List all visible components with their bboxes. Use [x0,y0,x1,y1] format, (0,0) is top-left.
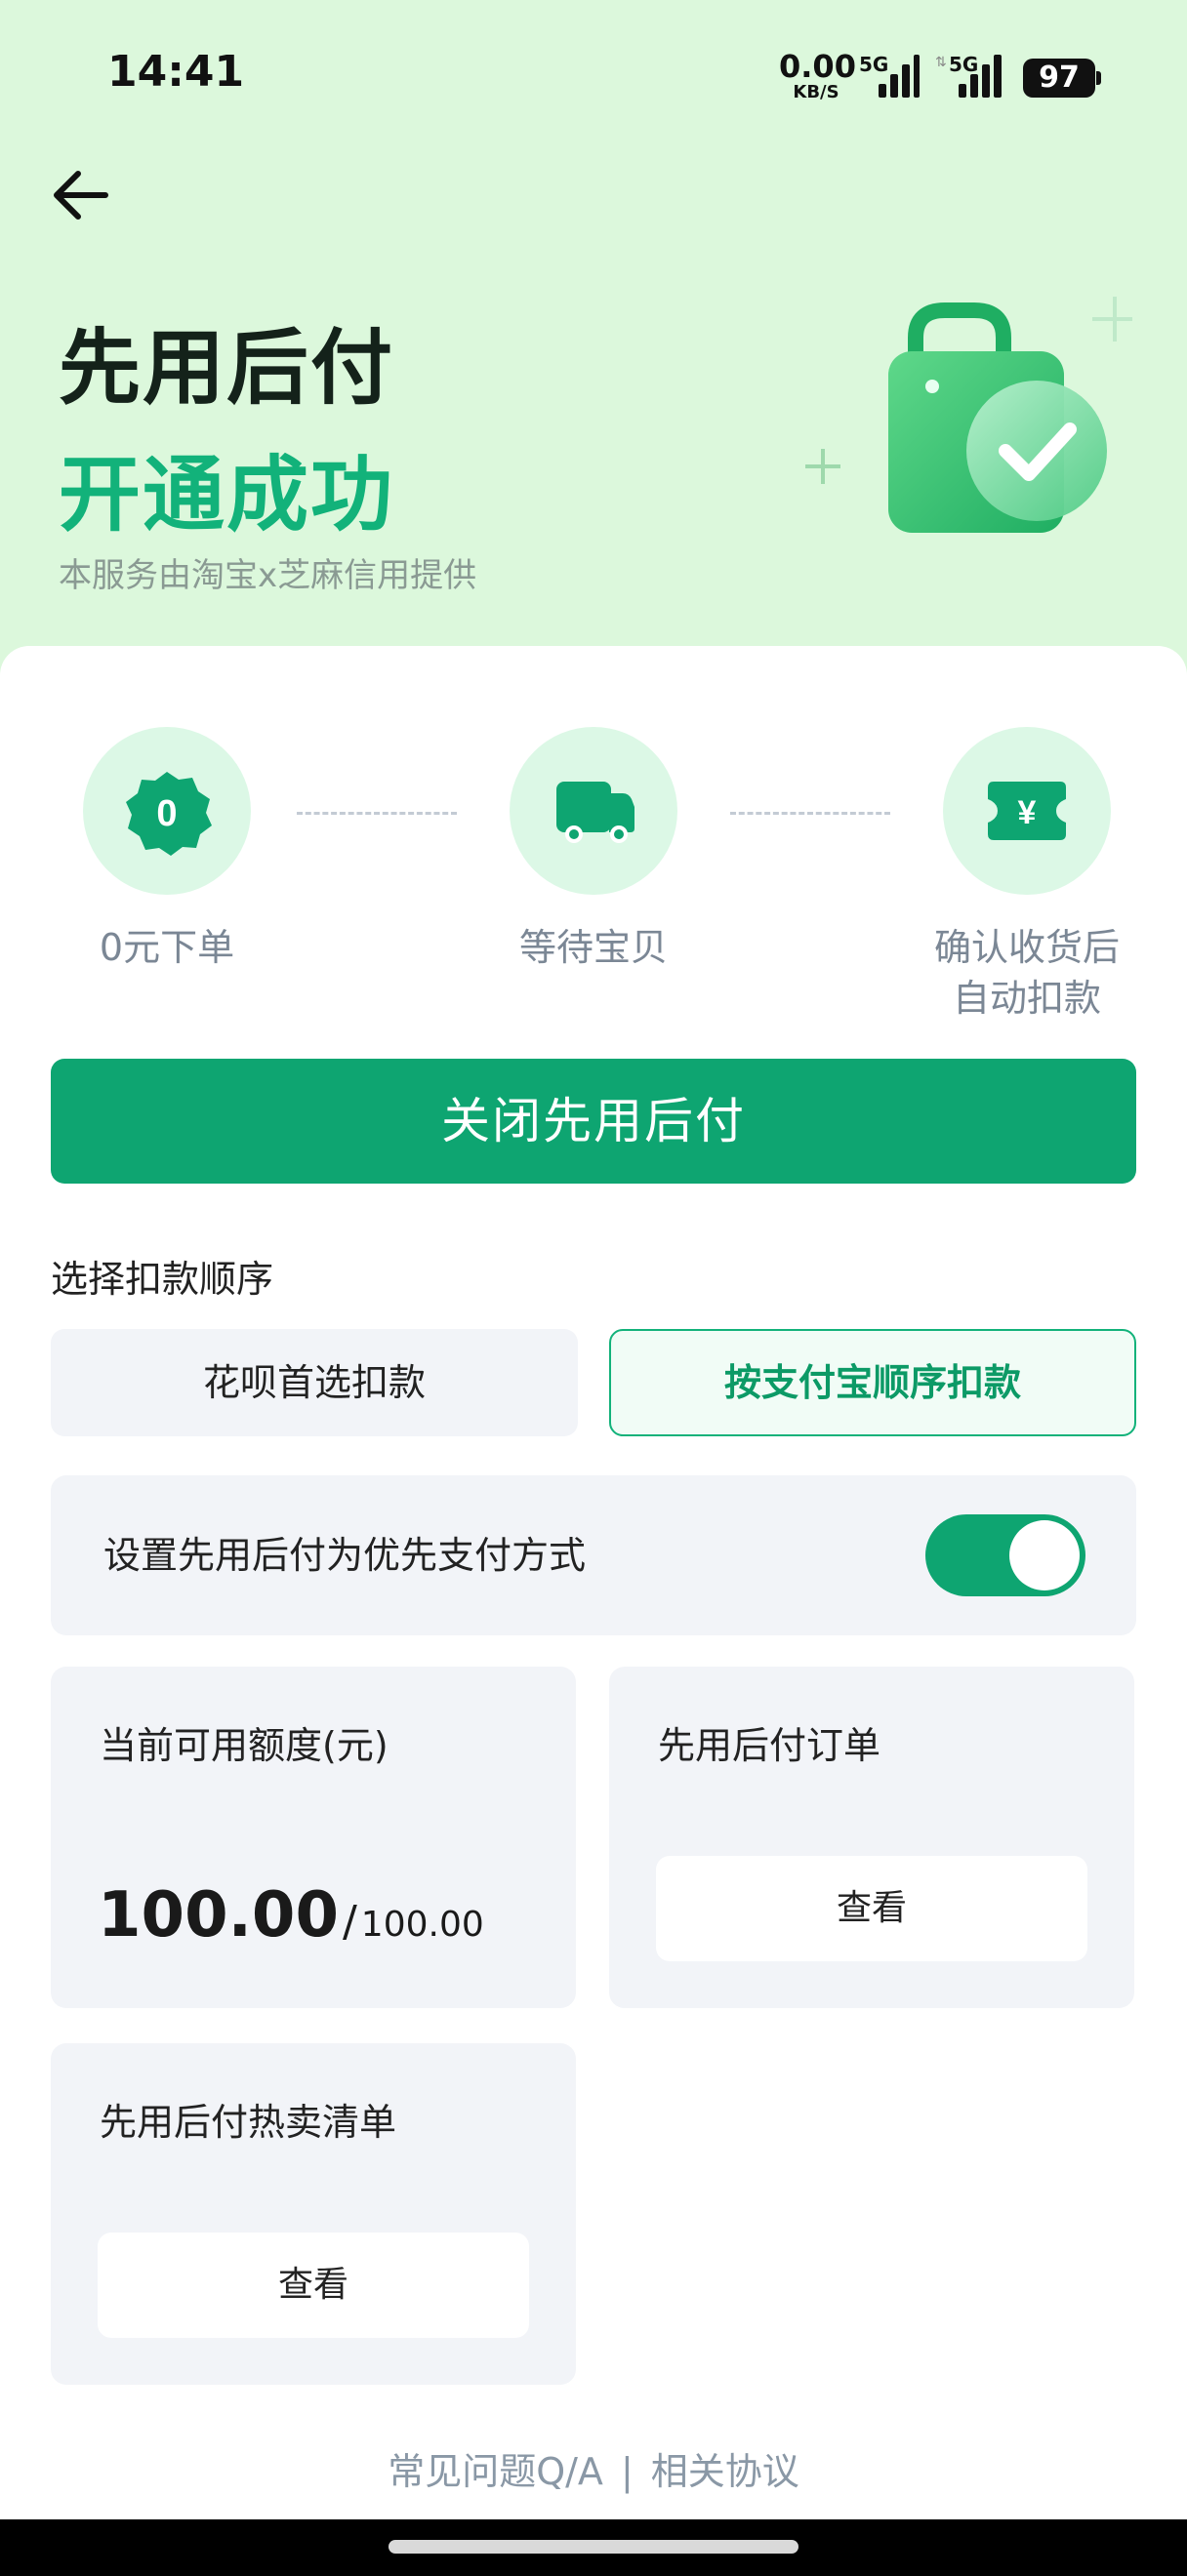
status-time: 14:41 [107,47,245,97]
page-title-success: 开通成功 [59,447,395,543]
orders-title: 先用后付订单 [658,1724,881,1767]
footer-separator: | [620,2450,634,2493]
network-speed-unit: KB/S [793,82,839,102]
yuan-ticket-icon: ¥ [988,782,1066,840]
preferred-payment-toggle[interactable] [925,1514,1085,1596]
available-amount: 100.00 [98,1879,339,1952]
step-order-free: 0 0元下单 [1,727,333,973]
signal-1-label: 5G [859,53,889,76]
shopping-bag-check-icon [800,293,1137,546]
credit-amount: 100.00/100.00 [98,1879,484,1952]
toggle-knob [1009,1520,1080,1590]
amount-separator: / [342,1897,357,1947]
service-provider-text: 本服务由淘宝x芝麻信用提供 [59,556,477,595]
deduction-order-label: 选择扣款顺序 [51,1258,274,1301]
home-indicator[interactable] [389,2540,798,2554]
view-orders-button[interactable]: 查看 [656,1856,1087,1961]
hot-list-title: 先用后付热卖清单 [100,2101,397,2144]
step-wait-goods: 等待宝贝 [428,727,759,973]
truck-icon [556,782,634,843]
close-pay-later-button[interactable]: 关闭先用后付 [51,1059,1136,1184]
step-label: 0元下单 [99,926,235,969]
network-speed: 0.00 KB/S [779,48,856,102]
preferred-payment-row: 设置先用后付为优先支付方式 [51,1475,1136,1635]
step-label: 等待宝贝 [518,926,668,969]
view-hot-list-button[interactable]: 查看 [98,2233,529,2338]
option-huabei-first[interactable]: 花呗首选扣款 [51,1329,578,1436]
page-title: 先用后付 [59,320,395,416]
network-speed-value: 0.00 [779,48,856,85]
credit-limit-title: 当前可用额度(元) [100,1724,389,1767]
preferred-payment-label: 设置先用后付为优先支付方式 [103,1534,587,1577]
step-auto-deduct: ¥ 确认收货后 自动扣款 [861,727,1187,1024]
arrow-left-icon [54,171,108,220]
credit-limit-card: 当前可用额度(元) 100.00/100.00 [51,1667,576,2008]
step-label-line2: 自动扣款 [952,977,1101,1020]
total-amount: 100.00 [360,1905,484,1945]
signal-icon-sim1: 5G [859,53,920,98]
yuan-symbol: ¥ [1018,794,1037,831]
step-label-line1: 确认收货后 [933,926,1120,969]
back-button[interactable] [47,166,115,224]
zero-badge-icon: 0 [126,772,212,856]
zero-badge-text: 0 [156,793,177,834]
signal-2-label: 5G [949,53,979,76]
footer-links: 常见问题Q/A | 相关协议 [0,2441,1187,2495]
status-bar: 14:41 0.00 KB/S 5G 5G ⇅ 97 [0,0,1187,156]
step-icon-circle [510,727,677,895]
hot-list-card: 先用后付热卖清单 查看 [51,2043,576,2385]
orders-card: 先用后付订单 查看 [609,1667,1134,2008]
option-alipay-order[interactable]: 按支付宝顺序扣款 [609,1329,1136,1436]
signal-icon-sim2: 5G ⇅ [935,53,1003,98]
step-icon-circle: ¥ [943,727,1111,895]
battery-icon: 97 [1023,59,1101,98]
agreements-link[interactable]: 相关协议 [651,2450,799,2493]
faq-link[interactable]: 常见问题Q/A [388,2450,603,2493]
step-icon-circle: 0 [83,727,251,895]
step-label: 确认收货后 自动扣款 [861,922,1187,1024]
